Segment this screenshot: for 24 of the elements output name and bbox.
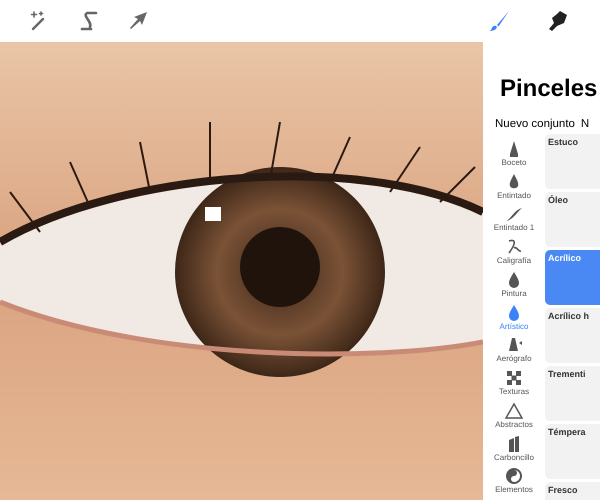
- yin-yang-icon: [505, 467, 523, 486]
- triangle-icon: [505, 402, 523, 420]
- brush-card[interactable]: Estuco: [545, 134, 600, 189]
- new-set-button[interactable]: Nuevo conjunto: [495, 116, 575, 132]
- brush-card[interactable]: Óleo: [545, 192, 600, 247]
- brush-category[interactable]: Texturas: [483, 369, 545, 402]
- brush-category[interactable]: Elementos: [483, 467, 545, 500]
- panel-title: Pinceles: [499, 74, 598, 103]
- texture-icon: [505, 369, 523, 388]
- brush-card[interactable]: Témpera: [545, 424, 600, 479]
- brush-category[interactable]: Carboncillo: [483, 434, 545, 468]
- brush-category[interactable]: Abstractos: [483, 402, 545, 435]
- brush-card[interactable]: Trementi: [545, 366, 600, 421]
- brush-category[interactable]: Aerógrafo: [483, 336, 545, 370]
- brush-category[interactable]: Artístico: [483, 304, 545, 336]
- brush-card[interactable]: Acrílico h: [545, 308, 600, 363]
- brush-category[interactable]: Caligrafía: [483, 238, 545, 271]
- new-set-button[interactable]: N: [580, 116, 590, 132]
- brush-card[interactable]: Fresco: [545, 482, 600, 500]
- finger-icon[interactable]: [546, 9, 570, 33]
- brush-category[interactable]: Boceto: [483, 140, 545, 173]
- brush-category[interactable]: Pintura: [483, 270, 545, 304]
- brush-category[interactable]: Entintado 1: [483, 205, 545, 238]
- brush-category[interactable]: Entintado: [483, 172, 545, 206]
